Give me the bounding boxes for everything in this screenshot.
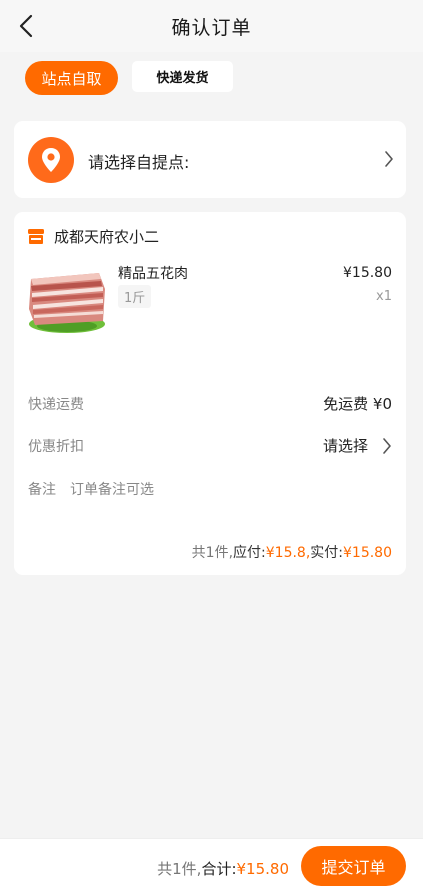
bottom-count: 共1件, [157,860,202,878]
product-name: 精品五花肉 [118,266,188,282]
discount-selector[interactable]: 请选择 [323,435,392,456]
tab-pickup[interactable]: 站点自取 [25,61,118,95]
product-spec: 1斤 [118,285,152,308]
bottom-total-value: ¥15.80 [236,860,290,878]
discount-value: 请选择 [322,437,368,455]
order-summary: 共1件,应付:¥15.8,实付:¥15.80 [192,542,392,562]
location-pin-icon [42,148,60,172]
product-price: ¥15.80 [343,265,392,281]
bottom-total: 共1件,合计:¥15.80 [157,858,289,879]
shipping-fee-text: 免运费 ¥0 [323,395,392,413]
submit-order-button[interactable]: 提交订单 [301,846,406,886]
location-pin-badge [28,137,74,183]
shipping-fee-value: 免运费 ¥0 [323,393,392,414]
chevron-right-icon [385,151,393,167]
shop-name: 成都天府农小二 [54,228,160,246]
top-nav-bar: 确认订单 [0,0,423,52]
pickup-point-selector[interactable]: 请选择自提点: [14,121,406,198]
tab-express[interactable]: 快递发货 [132,61,233,92]
page-title: 确认订单 [171,17,252,39]
pickup-point-label: 请选择自提点: [88,153,190,172]
bottom-total-label: 合计: [201,860,237,878]
product-image[interactable] [27,269,107,335]
order-card: 成都天府农小二 精品五花肉 1斤 ¥15.80 x1 快递运费 免运费 ¥0 优… [14,212,406,575]
discount-label: 优惠折扣 [28,439,84,455]
shipping-fee-label: 快递运费 [28,397,84,413]
shop-icon [28,229,44,244]
remark-label: 备注 [28,482,56,498]
chevron-right-icon [383,437,391,454]
delivery-mode-tabs: 站点自取 快递发货 [25,61,233,95]
product-quantity: x1 [376,289,392,304]
remark-input[interactable]: 订单备注可选 [70,479,154,499]
summary-actual-value: ¥15.80 [343,545,392,561]
checkout-bar: 共1件,合计:¥15.80 提交订单 [0,838,423,891]
summary-payable-label: 应付: [233,545,266,561]
pork-belly-image [27,269,107,335]
summary-count: 共1件, [191,545,234,561]
summary-payable-value: ¥15.8, [265,545,311,561]
shop-header: 成都天府农小二 [28,226,159,247]
summary-actual-label: 实付: [310,545,343,561]
